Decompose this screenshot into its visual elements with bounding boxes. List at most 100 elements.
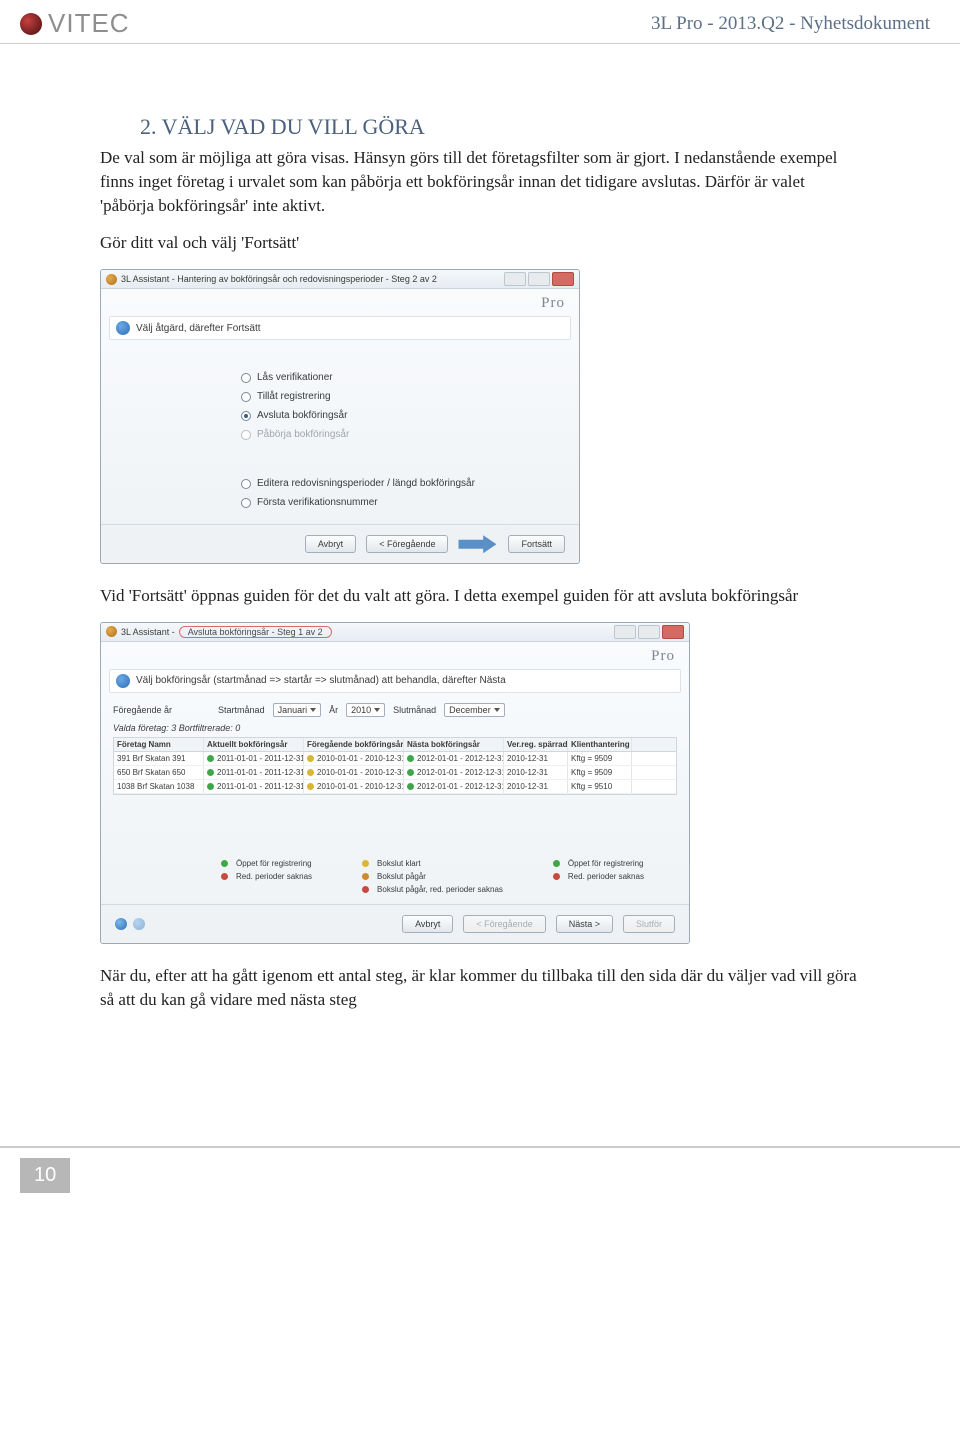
radio-label: Påbörja bokföringsår <box>257 429 349 440</box>
next-button[interactable]: Nästa > <box>556 915 613 933</box>
radio-icon <box>241 373 251 383</box>
radio-edit-periods[interactable]: Editera redovisningsperioder / längd bok… <box>241 478 559 489</box>
info-text: Välj åtgärd, därefter Fortsätt <box>136 323 261 334</box>
info-icon <box>116 674 130 688</box>
radio-close-fiscal-year[interactable]: Avsluta bokföringsår <box>241 410 559 421</box>
cell-locked: 2010-12-31 <box>504 780 568 793</box>
legend-item: Bokslut pågår, red. perioder saknas <box>362 885 503 894</box>
radio-allow-registration[interactable]: Tillåt registrering <box>241 391 559 402</box>
table-header: Företag Namn Aktuellt bokföringsår Föreg… <box>114 738 676 752</box>
cell-prev: 2010-01-01 - 2010-12-31 <box>317 782 404 791</box>
maximize-button[interactable] <box>638 625 660 639</box>
end-month-label: Slutmånad <box>393 705 436 715</box>
col-header: Ver.reg. spärrad t o m <box>504 738 568 751</box>
minimize-button[interactable] <box>504 272 526 286</box>
paragraph: De val som är möjliga att göra visas. Hä… <box>100 146 860 217</box>
companies-table: Företag Namn Aktuellt bokföringsår Föreg… <box>113 737 677 795</box>
radio-label: Avsluta bokföringsår <box>257 410 347 421</box>
app-icon <box>106 274 117 285</box>
cell-current: 2011-01-01 - 2011-12-31 <box>217 782 304 791</box>
wizard-window-step2: 3L Assistant - Hantering av bokföringsår… <box>100 269 580 564</box>
radio-label: Editera redovisningsperioder / längd bok… <box>257 478 475 489</box>
radio-label: Första verifikationsnummer <box>257 497 378 508</box>
product-brand: Pro <box>101 289 579 312</box>
radio-icon <box>241 411 251 421</box>
close-button[interactable] <box>662 625 684 639</box>
radio-icon <box>241 392 251 402</box>
radio-label: Tillåt registrering <box>257 391 331 402</box>
info-bar: Välj åtgärd, därefter Fortsätt <box>109 316 571 340</box>
previous-button[interactable]: < Föregående <box>366 535 448 553</box>
end-month-select[interactable]: December <box>444 703 505 717</box>
table-row[interactable]: 391 Brf Skatan 391 2011-01-01 - 2011-12-… <box>114 752 676 766</box>
status-dot-icon <box>307 755 314 762</box>
legend-item: Öppet för registrering <box>221 859 312 868</box>
year-select[interactable]: 2010 <box>346 703 385 717</box>
radio-start-fiscal-year: Påbörja bokföringsår <box>241 429 559 440</box>
status-icon <box>133 918 145 930</box>
status-dot-icon <box>553 860 560 867</box>
radio-lock-verifications[interactable]: Lås verifikationer <box>241 372 559 383</box>
close-button[interactable] <box>552 272 574 286</box>
table-row[interactable]: 1038 Brf Skatan 1038 2011-01-01 - 2011-1… <box>114 780 676 794</box>
product-brand: Pro <box>101 642 689 665</box>
window-titlebar: 3L Assistant - Avsluta bokföringsår - St… <box>101 623 689 642</box>
cell-current: 2011-01-01 - 2011-12-31 <box>217 768 304 777</box>
status-legend: Öppet för registrering Red. perioder sak… <box>101 799 689 904</box>
cancel-button[interactable]: Avbryt <box>402 915 453 933</box>
radio-icon <box>241 498 251 508</box>
status-dot-icon <box>407 783 414 790</box>
status-dot-icon <box>207 783 214 790</box>
status-dot-icon <box>362 860 369 867</box>
status-dot-icon <box>407 755 414 762</box>
col-header: Nästa bokföringsår <box>404 738 504 751</box>
wizard-footer: Avbryt < Föregående Nästa > Slutför <box>101 904 689 943</box>
radio-icon <box>241 430 251 440</box>
radio-group: Lås verifikationer Tillåt registrering A… <box>101 344 579 524</box>
year-label: År <box>329 705 338 715</box>
page-footer: 10 <box>0 1146 960 1213</box>
wizard-footer: Avbryt < Föregående Fortsätt <box>101 524 579 563</box>
select-value: 2010 <box>351 705 371 715</box>
minimize-button[interactable] <box>614 625 636 639</box>
cell-name: 650 Brf Skatan 650 <box>114 766 204 779</box>
maximize-button[interactable] <box>528 272 550 286</box>
radio-first-voucher-number[interactable]: Första verifikationsnummer <box>241 497 559 508</box>
prev-year-label: Föregående år <box>113 705 172 715</box>
info-icon <box>116 321 130 335</box>
window-title-prefix: 3L Assistant - <box>121 627 175 637</box>
cell-locked: 2010-12-31 <box>504 766 568 779</box>
continue-button[interactable]: Fortsätt <box>508 535 565 553</box>
window-title: 3L Assistant - Hantering av bokföringsår… <box>121 274 437 284</box>
help-icon[interactable] <box>115 918 127 930</box>
arrow-callout-icon <box>458 535 496 553</box>
col-header: Klienthantering <box>568 738 632 751</box>
cell-client: Kftg = 9510 <box>568 780 632 793</box>
brand-logo-icon <box>20 13 42 35</box>
window-titlebar: 3L Assistant - Hantering av bokföringsår… <box>101 270 579 289</box>
app-icon <box>106 626 117 637</box>
start-month-select[interactable]: Januari <box>273 703 322 717</box>
legend-item: Bokslut klart <box>362 859 503 868</box>
cell-prev: 2010-01-01 - 2010-12-31 <box>317 754 404 763</box>
wizard-window-close-year: 3L Assistant - Avsluta bokföringsår - St… <box>100 622 690 944</box>
cell-client: Kftg = 9509 <box>568 752 632 765</box>
chevron-down-icon <box>374 708 380 712</box>
select-value: Januari <box>278 705 308 715</box>
page-number: 10 <box>20 1158 70 1193</box>
cancel-button[interactable]: Avbryt <box>305 535 356 553</box>
legend-item: Bokslut pågår <box>362 872 503 881</box>
page-content: 2. VÄLJ VAD DU VILL GÖRA De val som är m… <box>0 44 960 1066</box>
col-header: Företag Namn <box>114 738 204 751</box>
cell-name: 1038 Brf Skatan 1038 <box>114 780 204 793</box>
status-dot-icon <box>307 783 314 790</box>
page-header: VITEC 3L Pro - 2013.Q2 - Nyhetsdokument <box>0 0 960 44</box>
chevron-down-icon <box>494 708 500 712</box>
filter-row: Föregående år Startmånad Januari År 2010… <box>101 697 689 723</box>
table-row[interactable]: 650 Brf Skatan 650 2011-01-01 - 2011-12-… <box>114 766 676 780</box>
brand-name: VITEC <box>48 8 130 39</box>
legend-item: Red. perioder saknas <box>221 872 312 881</box>
info-text: Välj bokföringsår (startmånad => startår… <box>136 675 506 686</box>
cell-next: 2012-01-01 - 2012-12-31 <box>417 754 504 763</box>
cell-next: 2012-01-01 - 2012-12-31 <box>417 768 504 777</box>
